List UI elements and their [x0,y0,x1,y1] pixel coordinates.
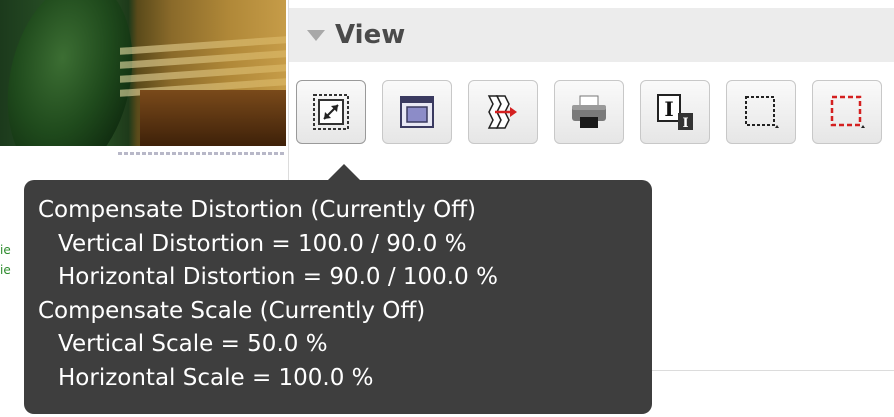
dashed-frame-icon [745,96,779,128]
image-caption-line [118,152,284,155]
print-button[interactable] [554,80,624,144]
red-dashed-frame-icon [830,95,865,128]
printer-icon [572,95,606,128]
preview-wood [140,90,286,146]
text-cursor-icon: I I [657,94,693,131]
tooltip-heading-distortion: Compensate Distortion (Currently Off) [38,197,477,223]
distortion-tooltip: Compensate Distortion (Currently Off) Ve… [24,164,652,414]
compensate-distortion-button[interactable] [296,80,366,144]
left-fragment: ie [0,243,11,257]
crop-frame-button[interactable] [726,80,796,144]
tooltip-vertical-distortion: Vertical Distortion = 100.0 / 90.0 % [58,230,467,257]
collapse-triangle-icon[interactable] [307,29,325,41]
svg-text:I: I [664,97,673,121]
tooltip-horizontal-scale: Horizontal Scale = 100.0 % [58,364,374,391]
film-swap-button[interactable] [468,80,538,144]
view-toolbar: I I [296,80,894,144]
panel-title: View [335,20,406,50]
tooltip-vertical-scale: Vertical Scale = 50.0 % [58,331,328,357]
svg-text:I: I [682,116,688,131]
view-panel-header[interactable]: View [289,8,894,62]
resize-arrow-icon [313,94,349,130]
preview-leaf-shape [0,0,150,146]
red-crop-frame-button[interactable] [812,80,882,144]
window-icon [400,96,434,128]
left-text-fragments: ie ie [0,240,24,280]
text-size-button[interactable]: I I [640,80,710,144]
left-fragment: ie [0,263,11,277]
window-view-button[interactable] [382,80,452,144]
tooltip-arrow [328,164,360,180]
film-arrow-icon [487,95,517,129]
tooltip-horizontal-distortion: Horizontal Distortion = 90.0 / 100.0 % [58,264,498,290]
tooltip-heading-scale: Compensate Scale (Currently Off) [38,297,426,324]
image-preview [0,0,286,146]
